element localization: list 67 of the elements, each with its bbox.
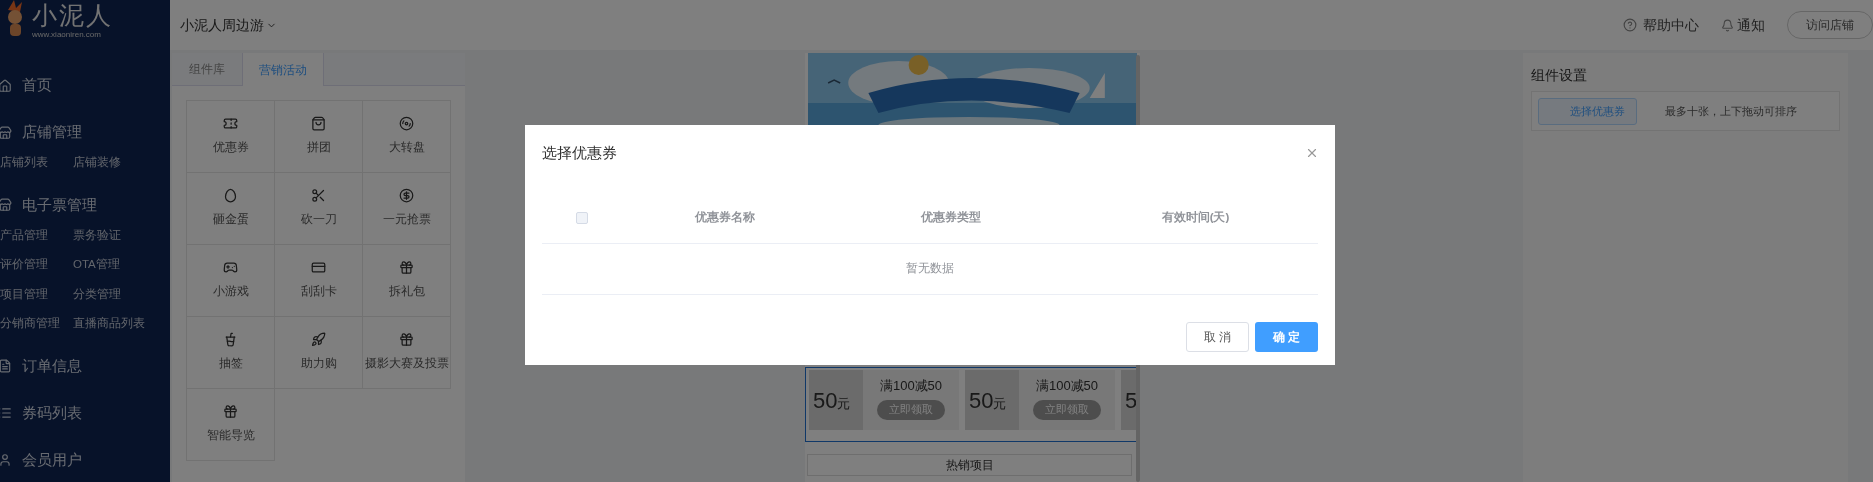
component-tile[interactable]: 刮刮卡 [275,245,363,317]
coupon-amount: 5 [1125,386,1138,415]
column-header: 优惠券名称 [694,209,756,225]
notification-link[interactable]: 通知 [1721,14,1765,36]
shop-selector[interactable]: 小泥人周边游 [180,14,277,36]
panel-tab[interactable]: 营销活动 [242,53,324,86]
column-header: 优惠券类型 [919,209,982,225]
coupon-title: 满100减50 [879,377,943,395]
logo-url: www.xiaoniren.com [32,30,102,40]
coin-icon [399,188,414,204]
coupon-amount: 50元 [813,386,851,415]
nav-subitem[interactable]: OTA管理 [73,250,170,280]
card-icon [311,260,326,276]
store-icon [0,125,12,140]
nav-item[interactable]: 首页 [0,62,170,109]
component-tile[interactable]: 拼团 [275,101,363,173]
document-icon [0,359,12,373]
column-header: 有效时间(天) [1160,209,1231,225]
settings-title: 组件设置 [1531,66,1588,85]
component-tile[interactable]: 助力购 [275,317,363,389]
help-icon [1623,18,1637,32]
bell-icon [1721,18,1734,32]
confirm-button[interactable]: 确 定 [1255,322,1318,352]
nav-item[interactable]: 会员用户 [0,436,170,482]
component-tile[interactable]: 砍一刀 [275,173,363,245]
component-tile[interactable]: 小游戏 [187,245,275,317]
scissors-icon [311,188,326,204]
select-coupon-button[interactable]: 选择优惠券 [1538,97,1637,125]
nav-subitem[interactable]: 评价管理 [0,250,73,280]
help-link[interactable]: 帮助中心 [1623,14,1699,36]
section-title: 热销项目 [807,454,1132,476]
component-tile[interactable]: 拆礼包 [363,245,451,317]
empty-message: 暂无数据 [906,261,954,277]
nav-subitem[interactable]: 项目管理 [0,279,73,309]
select-all-checkbox[interactable] [576,211,588,224]
gift-icon [399,332,414,348]
shopping-bag-icon [311,116,326,132]
nav-subitem[interactable]: 分销商管理 [0,309,73,339]
ticket-icon [223,116,238,132]
wheel-icon [399,116,414,132]
coupon-amount: 50元 [969,386,1007,415]
nav-item[interactable]: 订单信息 [0,342,170,390]
coupon-title: 满100减50 [1035,377,1099,395]
list-icon [0,406,12,420]
user-icon [0,453,12,467]
nav-subitem[interactable]: 分类管理 [73,279,170,309]
home-icon [0,78,12,93]
component-tile[interactable]: 摄影大赛及投票 [363,317,451,389]
nav-item[interactable]: 券码列表 [0,389,170,437]
gift-icon [399,260,414,276]
component-tile[interactable]: 抽签 [187,317,275,389]
egg-icon [223,188,238,204]
dialog-title: 选择优惠券 [542,142,617,163]
component-tile[interactable]: 智能导览 [187,389,275,461]
cancel-button[interactable]: 取 消 [1186,322,1249,352]
gift-icon [223,404,238,420]
cup-icon [223,332,238,348]
component-tile[interactable]: 一元抢票 [363,173,451,245]
component-tile[interactable]: 大转盘 [363,101,451,173]
logo-name: 小泥人 [32,0,113,30]
component-tile[interactable]: 砸金蛋 [187,173,275,245]
nav-subitem[interactable]: 直播商品列表 [73,309,170,339]
component-tile[interactable]: 优惠券 [187,101,275,173]
close-icon[interactable] [1305,146,1319,160]
store-icon [0,198,12,212]
rocket-icon [311,332,326,348]
settings-hint: 最多十张，上下拖动可排序 [1665,103,1797,119]
